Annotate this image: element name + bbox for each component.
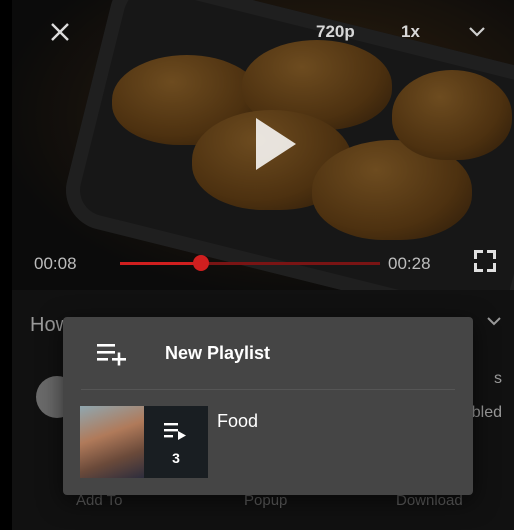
playlist-thumbnail-image <box>80 406 144 478</box>
side-text-1: s <box>494 370 502 387</box>
playlist-play-icon <box>164 423 186 440</box>
fullscreen-icon[interactable] <box>474 250 496 272</box>
playback-speed[interactable]: 1x <box>401 22 420 42</box>
seek-bar-thumb[interactable] <box>192 255 209 271</box>
chevron-down-icon[interactable] <box>468 26 486 38</box>
side-text-2: bled <box>471 404 502 421</box>
seek-bar-progress <box>120 262 201 265</box>
close-icon[interactable] <box>50 22 70 42</box>
playlist-add-icon <box>97 344 126 366</box>
playlist-item[interactable]: 3 Food <box>63 397 473 487</box>
chevron-down-icon[interactable] <box>486 316 502 326</box>
current-time: 00:08 <box>34 254 77 273</box>
seek-bar[interactable] <box>120 255 380 271</box>
playlist-thumbnail-overlay <box>144 406 208 478</box>
duration-time: 00:28 <box>388 254 431 273</box>
playlist-thumbnail: 3 <box>80 406 208 478</box>
add-to-playlist-dialog: New Playlist 3 Food <box>63 317 473 495</box>
play-icon[interactable] <box>256 118 296 170</box>
video-player[interactable]: 720p 1x 00:08 00:28 <box>12 0 514 290</box>
playlist-name: Food <box>217 411 259 431</box>
playlist-video-count: 3 <box>172 450 180 466</box>
divider <box>81 389 455 390</box>
new-playlist-label: New Playlist <box>165 343 271 363</box>
quality-selector[interactable]: 720p <box>316 22 355 42</box>
new-playlist-button[interactable]: New Playlist <box>63 317 473 389</box>
